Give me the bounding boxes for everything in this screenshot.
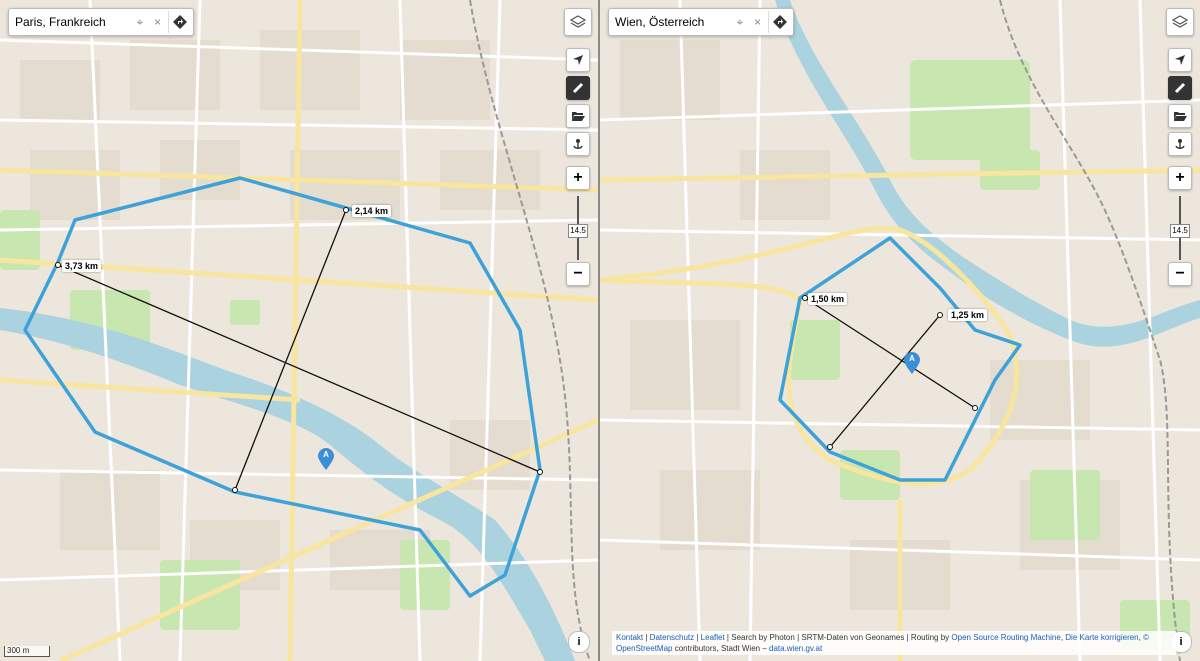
map-canvas-wien[interactable] [600,0,1200,661]
crosshair-icon[interactable]: ⌖ [731,15,749,30]
route-button[interactable] [768,11,791,33]
ruler-icon [572,82,584,94]
folder-open-icon [572,112,585,121]
zoom-in-icon: + [573,169,583,186]
zoom-in-icon: + [1175,169,1185,186]
zoom-level: 14.5 [1170,224,1190,238]
zoom-out-icon: − [573,265,583,282]
folder-open-icon [1174,112,1187,121]
distance-label: 1,50 km [808,293,848,305]
measure-vertex[interactable] [55,262,61,268]
zoom-level: 14.5 [568,224,588,238]
anchor-button[interactable] [566,132,590,156]
route-button[interactable] [168,11,191,33]
marker-label: A [323,450,329,459]
map-toolbar: + 14.5 − [1166,8,1194,290]
route-diamond-icon [173,15,188,29]
map-marker-a[interactable]: A [904,352,920,374]
layers-icon [1172,15,1188,28]
routing-prefix: Routing by [910,633,950,642]
locate-arrow-icon [573,55,583,65]
locate-button[interactable] [1168,48,1192,72]
anchor-button[interactable] [1168,132,1192,156]
measure-button[interactable] [1168,76,1192,100]
search-box[interactable]: ⌖ × [8,8,194,36]
anchor-icon [1175,139,1185,149]
locate-button[interactable] [566,48,590,72]
measure-vertex[interactable] [937,312,943,318]
contributors-text: contributors, Stadt Wien – [674,644,767,653]
ruler-icon [1174,82,1186,94]
srtm-credit: SRTM-Daten von Geonames [801,633,905,642]
korrigieren-link[interactable]: Die Karte korrigieren [1065,633,1138,642]
measure-vertex[interactable] [343,207,349,213]
map-canvas-paris[interactable] [0,0,598,661]
map-pane-wien[interactable]: ⌖ × 1,50 km 1,25 km A + 14.5 − [600,0,1200,661]
zoom-slider[interactable]: 14.5 [568,196,588,260]
distance-label: 2,14 km [352,205,392,217]
measure-vertex[interactable] [972,405,978,411]
zoom-out-button[interactable]: − [566,262,590,286]
scale-bar: 300 m [4,646,50,657]
osrm-link[interactable]: Open Source Routing Machine [951,633,1060,642]
search-input[interactable] [609,11,731,33]
layers-button[interactable] [564,8,592,36]
layers-icon [570,15,586,28]
route-diamond-icon [773,15,788,29]
distance-label: 1,25 km [948,309,988,321]
map-toolbar: + 14.5 − [564,8,592,290]
map-attribution: Kontakt | Datenschutz | Leaflet | Search… [612,631,1176,655]
anchor-icon [573,139,583,149]
data-source-link[interactable]: data.wien.gv.at [769,644,822,653]
layers-button[interactable] [1166,8,1194,36]
distance-label: 3,73 km [62,260,102,272]
measure-vertex[interactable] [827,444,833,450]
close-icon[interactable]: × [749,15,767,29]
map-marker-a[interactable]: A [318,448,334,470]
search-input[interactable] [9,11,131,33]
search-box[interactable]: ⌖ × [608,8,794,36]
marker-label: A [909,354,915,363]
measure-vertex[interactable] [232,487,238,493]
photon-credit: Search by Photon [731,633,795,642]
zoom-out-icon: − [1175,265,1185,282]
locate-arrow-icon [1175,55,1185,65]
datenschutz-link[interactable]: Datenschutz [650,633,694,642]
measure-button[interactable] [566,76,590,100]
zoom-in-button[interactable]: + [566,166,590,190]
measure-vertex[interactable] [802,295,808,301]
leaflet-link[interactable]: Leaflet [701,633,725,642]
info-icon: i [1179,636,1183,648]
info-icon: i [577,636,581,648]
map-pane-paris[interactable]: ⌖ × 3,73 km 2,14 km A + 14.5 − [0,0,598,661]
zoom-slider[interactable]: 14.5 [1170,196,1190,260]
open-file-button[interactable] [1168,104,1192,128]
info-button[interactable]: i [568,631,590,653]
kontakt-link[interactable]: Kontakt [616,633,643,642]
measure-vertex[interactable] [537,469,543,475]
zoom-in-button[interactable]: + [1168,166,1192,190]
crosshair-icon[interactable]: ⌖ [131,15,149,30]
zoom-out-button[interactable]: − [1168,262,1192,286]
close-icon[interactable]: × [149,15,167,29]
open-file-button[interactable] [566,104,590,128]
